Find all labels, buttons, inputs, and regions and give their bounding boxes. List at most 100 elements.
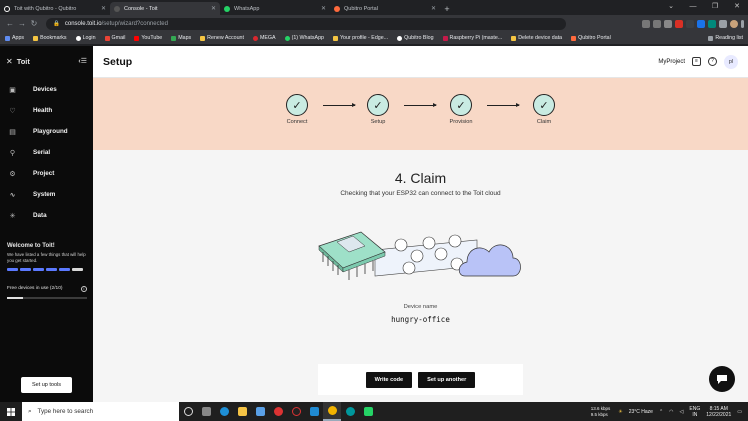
close-icon[interactable]: ✕ bbox=[431, 5, 436, 12]
step-label: Claim bbox=[536, 119, 552, 125]
bookmark-item[interactable]: (1) WhatsApp bbox=[284, 35, 324, 41]
project-name[interactable]: MyProject bbox=[658, 59, 685, 65]
weather-text[interactable]: 23°C Haze bbox=[629, 409, 653, 415]
sidebar-item-label: Playground bbox=[33, 128, 68, 135]
sidebar-item-project[interactable]: ⚙ Project bbox=[0, 163, 93, 184]
chevron-down-icon[interactable]: ⌄ bbox=[660, 0, 682, 13]
taskbar-app-edge[interactable] bbox=[215, 402, 233, 421]
url-input[interactable]: 🔒 console.toit.io /setup/wizard?connecte… bbox=[46, 17, 566, 30]
taskbar-app-explorer[interactable] bbox=[233, 402, 251, 421]
taskbar-app-vscode[interactable] bbox=[305, 402, 323, 421]
chevron-up-icon[interactable]: ⌃ bbox=[659, 409, 663, 415]
close-icon[interactable]: ✕ bbox=[101, 5, 106, 12]
close-icon[interactable]: ✕ bbox=[321, 5, 326, 12]
bookmark-item[interactable]: YouTube bbox=[134, 35, 162, 41]
puzzle-icon[interactable] bbox=[719, 19, 727, 28]
new-tab-icon[interactable]: + bbox=[440, 4, 454, 14]
close-icon[interactable]: ✕ bbox=[211, 5, 216, 12]
bookmark-item[interactable]: Qubitro Portal bbox=[571, 35, 611, 41]
welcome-panel[interactable]: Welcome to Toit! We have listed a few th… bbox=[7, 243, 87, 271]
lock-icon: 🔒 bbox=[53, 20, 60, 27]
tab-favicon-icon bbox=[224, 5, 230, 12]
reading-list[interactable]: Reading list bbox=[708, 35, 743, 41]
key-icon[interactable] bbox=[642, 19, 650, 28]
bookmark-item[interactable]: Bookmarks bbox=[33, 35, 67, 41]
health-icon: ♡ bbox=[9, 107, 16, 115]
toit-logo-icon: ✕ bbox=[6, 56, 13, 66]
chat-button[interactable] bbox=[709, 366, 735, 392]
browser-tab-2[interactable]: Console - Toit ✕ bbox=[110, 2, 220, 15]
sidebar: ✕ Toit ‹☰ ▣ Devices ♡ Health ▤ Playgroun… bbox=[0, 46, 93, 402]
sidebar-item-label: System bbox=[33, 191, 56, 198]
windows-logo-icon bbox=[7, 407, 15, 416]
set-up-another-button[interactable]: Set up another bbox=[418, 371, 476, 388]
collapse-menu-icon[interactable]: ‹☰ bbox=[78, 57, 87, 65]
menu-dots-icon[interactable] bbox=[741, 19, 744, 28]
browser-tab-4[interactable]: Qubitro Portal ✕ bbox=[330, 2, 440, 15]
bookmark-item[interactable]: Delete device data bbox=[511, 35, 562, 41]
bookmark-item[interactable]: Your profile - Edge... bbox=[332, 35, 388, 41]
bookmark-item[interactable]: Maps bbox=[171, 35, 191, 41]
help-icon[interactable]: ? bbox=[708, 57, 717, 66]
globe-icon bbox=[75, 35, 81, 41]
taskbar-app-arduino[interactable] bbox=[341, 402, 359, 421]
clock-date: 12/22/2021 bbox=[706, 411, 732, 418]
profile-icon[interactable] bbox=[730, 19, 738, 28]
sidebar-item-playground[interactable]: ▤ Playground bbox=[0, 121, 93, 142]
taskbar-app-recorder[interactable] bbox=[287, 402, 305, 421]
taskbar-app-media[interactable] bbox=[269, 402, 287, 421]
extension-red-icon[interactable] bbox=[675, 19, 683, 28]
wifi-icon[interactable]: ◠ bbox=[669, 409, 673, 415]
share-icon[interactable] bbox=[653, 19, 661, 28]
free-devices-label: Free devices in use (2/10) bbox=[7, 286, 63, 291]
folder-icon bbox=[511, 35, 517, 41]
avatar[interactable]: pl bbox=[724, 54, 738, 69]
star-icon[interactable] bbox=[664, 19, 672, 28]
extension-teal-icon[interactable] bbox=[708, 19, 716, 28]
clock[interactable]: 8:15 AM 12/22/2021 bbox=[706, 406, 731, 418]
browser-tab-1[interactable]: Toit with Qubitro - Qubitro ✕ bbox=[0, 2, 110, 15]
reload-icon[interactable]: ↻ bbox=[28, 19, 40, 28]
taskbar-app-store[interactable] bbox=[251, 402, 269, 421]
bookmark-item[interactable]: Gmail bbox=[104, 35, 125, 41]
document-icon[interactable]: ≡ bbox=[692, 57, 701, 66]
write-code-button[interactable]: Write code bbox=[365, 371, 413, 388]
bookmark-item[interactable]: Renew Account bbox=[200, 35, 244, 41]
forward-icon[interactable]: → bbox=[16, 19, 28, 28]
back-icon[interactable]: ← bbox=[4, 19, 16, 28]
clock-time: 8:15 AM bbox=[709, 405, 728, 412]
bookmark-item[interactable]: Raspberry Pi (maste... bbox=[442, 35, 502, 41]
language-indicator[interactable]: ENG IN bbox=[689, 406, 700, 418]
bookmark-item[interactable]: Login bbox=[75, 35, 96, 41]
extension-dark-icon[interactable] bbox=[686, 19, 694, 28]
volume-icon[interactable]: ◁ bbox=[680, 409, 684, 415]
bookmark-item[interactable]: Qubitro Blog bbox=[397, 35, 434, 41]
weather-icon: ☀ bbox=[618, 408, 623, 415]
data-icon: ✳ bbox=[9, 212, 16, 220]
taskbar-app-apps[interactable] bbox=[197, 402, 215, 421]
bookmark-item[interactable]: Apps bbox=[5, 35, 24, 41]
maximize-icon[interactable]: ❐ bbox=[704, 0, 726, 13]
taskbar-app-chrome[interactable] bbox=[323, 402, 341, 421]
sidebar-item-label: Devices bbox=[33, 86, 57, 93]
sidebar-item-devices[interactable]: ▣ Devices bbox=[0, 79, 93, 100]
notifications-icon[interactable]: ▭ bbox=[737, 409, 742, 415]
minimize-icon[interactable]: — bbox=[682, 0, 704, 13]
sidebar-item-system[interactable]: ∿ System bbox=[0, 184, 93, 205]
step-label: Connect bbox=[286, 119, 308, 125]
reading-list-icon bbox=[708, 35, 714, 41]
sidebar-item-data[interactable]: ✳ Data bbox=[0, 205, 93, 226]
taskbar-app-whatsapp[interactable] bbox=[359, 402, 377, 421]
task-view-icon[interactable] bbox=[179, 402, 197, 421]
browser-tab-3[interactable]: WhatsApp ✕ bbox=[220, 2, 330, 15]
set-up-tools-button[interactable]: Set up tools bbox=[21, 377, 72, 393]
taskbar-search-input[interactable]: ⌕ Type here to search bbox=[22, 402, 179, 421]
close-window-icon[interactable]: ✕ bbox=[726, 0, 748, 13]
sidebar-item-serial[interactable]: ⚲ Serial bbox=[0, 142, 93, 163]
windows-start-icon[interactable] bbox=[0, 407, 22, 416]
extension-blue-icon[interactable] bbox=[697, 19, 705, 28]
info-icon[interactable]: i bbox=[81, 286, 87, 292]
progress-segment bbox=[72, 268, 83, 271]
bookmark-item[interactable]: MEGA bbox=[252, 35, 276, 41]
sidebar-item-health[interactable]: ♡ Health bbox=[0, 100, 93, 121]
